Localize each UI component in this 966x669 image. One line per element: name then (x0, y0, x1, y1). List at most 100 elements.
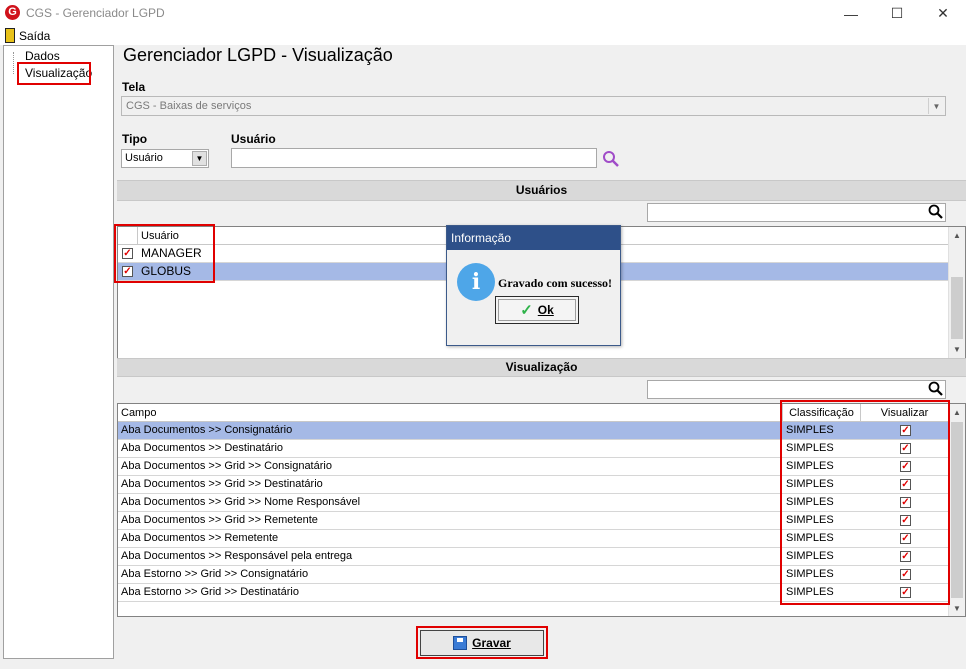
check-icon: ✓ (901, 424, 910, 436)
ok-button[interactable]: ✓ Ok (495, 296, 579, 324)
campo-cell: Aba Documentos >> Grid >> Destinatário (121, 478, 323, 490)
campo-cell: Aba Estorno >> Grid >> Destinatário (121, 586, 299, 598)
info-dialog: Informação i Gravado com sucesso! ✓ Ok (446, 225, 621, 346)
visualizacao-search-input[interactable] (647, 380, 946, 399)
tipo-label: Tipo (122, 132, 148, 146)
classificacao-cell: SIMPLES (786, 532, 834, 544)
menu-exit[interactable]: Saída (19, 29, 50, 43)
visualizar-checkbox[interactable]: ✓ (900, 479, 911, 490)
tree-item-dados[interactable]: Dados (25, 49, 60, 63)
classificacao-cell: SIMPLES (786, 460, 834, 472)
tipo-select[interactable]: Usuário ▼ (121, 149, 209, 168)
check-icon: ✓ (901, 478, 910, 490)
campo-row[interactable]: Aba Documentos >> Consignatário SIMPLES ✓ (118, 422, 948, 440)
tela-select-value: CGS - Baixas de serviços (126, 100, 252, 112)
tree-item-visualizacao[interactable]: Visualização (25, 66, 92, 80)
campo-row[interactable]: Aba Documentos >> Grid >> Consignatário S… (118, 458, 948, 476)
ok-label: Ok (537, 303, 554, 317)
save-button[interactable]: Gravar (420, 630, 544, 656)
tela-label: Tela (122, 80, 146, 94)
visualizar-checkbox[interactable]: ✓ (900, 461, 911, 472)
search-icon[interactable] (601, 150, 621, 171)
usuario-name: MANAGER (141, 246, 202, 260)
chevron-down-icon[interactable]: ▼ (928, 98, 944, 114)
visualizar-checkbox[interactable]: ✓ (900, 497, 911, 508)
checkmark-icon: ✓ (520, 302, 533, 319)
close-button[interactable]: ✕ (920, 0, 966, 27)
classificacao-cell: SIMPLES (786, 514, 834, 526)
exit-door-icon[interactable] (5, 28, 15, 43)
check-icon: ✓ (901, 442, 910, 454)
campo-cell: Aba Documentos >> Responsável pela entre… (121, 550, 353, 562)
classificacao-cell: SIMPLES (786, 496, 834, 508)
scroll-down-icon[interactable]: ▼ (949, 341, 965, 357)
campo-cell: Aba Estorno >> Grid >> Consignatário (121, 568, 309, 580)
visualizacao-section-header: Visualização (117, 358, 966, 377)
check-icon: ✓ (901, 514, 910, 526)
campo-row[interactable]: Aba Documentos >> Grid >> Remetente SIMPL… (118, 512, 948, 530)
campo-row[interactable]: Aba Documentos >> Remetente SIMPLES ✓ (118, 530, 948, 548)
chevron-down-icon[interactable]: ▼ (192, 151, 207, 166)
dialog-message: Gravado com sucesso! (498, 276, 612, 290)
scroll-up-icon[interactable]: ▲ (949, 404, 965, 420)
navigation-tree: Dados Visualização (3, 45, 114, 659)
minimize-button[interactable]: — (828, 0, 874, 27)
visualizar-checkbox[interactable]: ✓ (900, 443, 911, 454)
visualizacao-grid-header: Campo Classificação Visualizar (118, 404, 948, 422)
menu-bar (0, 27, 966, 45)
floppy-disk-icon (453, 636, 468, 650)
check-icon: ✓ (901, 496, 910, 508)
tela-select[interactable]: CGS - Baixas de serviços ▼ (121, 96, 946, 116)
visualizar-checkbox[interactable]: ✓ (900, 515, 911, 526)
campo-cell: Aba Documentos >> Destinatário (121, 442, 284, 454)
visualizar-checkbox[interactable]: ✓ (900, 569, 911, 580)
campo-row[interactable]: Aba Estorno >> Grid >> Destinatário SIMPL… (118, 584, 948, 602)
scroll-down-icon[interactable]: ▼ (949, 600, 965, 616)
window-title: CGS - Gerenciador LGPD (26, 6, 165, 20)
check-icon: ✓ (123, 265, 132, 277)
page-title: Gerenciador LGPD - Visualização (123, 45, 393, 65)
search-icon[interactable] (928, 204, 944, 223)
scroll-thumb[interactable] (951, 422, 963, 598)
campo-row[interactable]: Aba Documentos >> Grid >> Nome Responsáv… (118, 494, 948, 512)
info-icon: i (457, 263, 495, 301)
usuario-input[interactable] (231, 148, 597, 168)
usuario-name: GLOBUS (141, 264, 192, 278)
scroll-up-icon[interactable]: ▲ (949, 227, 965, 243)
classificacao-cell: SIMPLES (786, 586, 834, 598)
check-icon: ✓ (901, 532, 910, 544)
campo-row[interactable]: Aba Documentos >> Responsável pela entre… (118, 548, 948, 566)
check-icon: ✓ (123, 247, 132, 259)
campo-cell: Aba Documentos >> Grid >> Consignatário (121, 460, 332, 472)
usuarios-scrollbar[interactable]: ▲ ▼ (948, 227, 965, 358)
usuario-checkbox[interactable]: ✓ (122, 266, 133, 277)
classificacao-cell: SIMPLES (786, 550, 834, 562)
visualizacao-grid: Campo Classificação Visualizar Aba Docum… (117, 403, 966, 617)
tree-connector (13, 52, 23, 74)
check-icon: ✓ (901, 460, 910, 472)
header-visualizar[interactable]: Visualizar (861, 404, 948, 422)
campo-cell: Aba Documentos >> Grid >> Nome Responsáv… (121, 496, 361, 508)
header-classificacao[interactable]: Classificação (783, 404, 861, 422)
maximize-button[interactable]: ☐ (874, 0, 920, 27)
campo-row[interactable]: Aba Documentos >> Grid >> Destinatário SI… (118, 476, 948, 494)
campo-row[interactable]: Aba Documentos >> Destinatário SIMPLES ✓ (118, 440, 948, 458)
check-icon: ✓ (901, 550, 910, 562)
scroll-thumb[interactable] (951, 277, 963, 339)
visualizar-checkbox[interactable]: ✓ (900, 551, 911, 562)
usuarios-search-input[interactable] (647, 203, 946, 222)
visualizar-checkbox[interactable]: ✓ (900, 533, 911, 544)
visualizacao-scrollbar[interactable]: ▲ ▼ (948, 404, 965, 616)
classificacao-cell: SIMPLES (786, 442, 834, 454)
search-icon[interactable] (928, 381, 944, 400)
campo-cell: Aba Documentos >> Consignatário (121, 424, 293, 436)
classificacao-cell: SIMPLES (786, 568, 834, 580)
usuario-checkbox[interactable]: ✓ (122, 248, 133, 259)
visualizar-checkbox[interactable]: ✓ (900, 587, 911, 598)
dialog-title: Informação (447, 226, 620, 250)
save-label: Gravar (472, 636, 511, 650)
header-campo[interactable]: Campo (118, 404, 783, 422)
campo-cell: Aba Documentos >> Remetente (121, 532, 279, 544)
campo-row[interactable]: Aba Estorno >> Grid >> Consignatário SIMP… (118, 566, 948, 584)
visualizar-checkbox[interactable]: ✓ (900, 425, 911, 436)
